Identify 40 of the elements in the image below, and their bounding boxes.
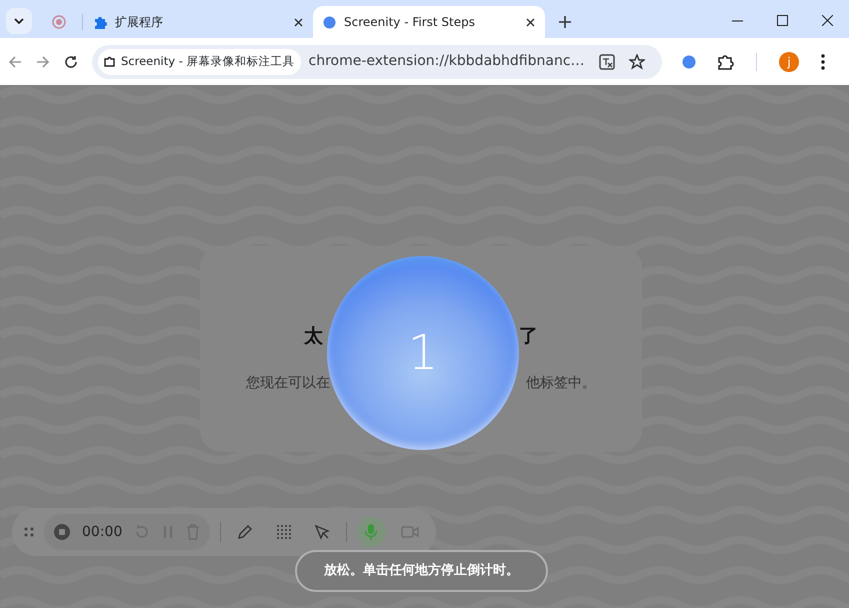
- chevron-icon: [14, 18, 24, 24]
- microphone-icon: [364, 523, 378, 541]
- countdown-number: 1: [408, 329, 438, 377]
- circle-icon: [323, 16, 336, 28]
- back-icon[interactable]: [8, 54, 22, 68]
- stop-icon[interactable]: [54, 524, 70, 540]
- countdown-hint[interactable]: 放松。单击任何地方停止倒计时。: [295, 550, 548, 592]
- url-text: chrome-extension://kbbdabhdfibnanc…: [308, 52, 585, 71]
- site-chip[interactable]: Screenity - 屏幕录像和标注工具: [98, 48, 301, 74]
- heading-fragment: 太: [304, 324, 323, 350]
- puzzle-icon: [93, 15, 107, 29]
- cursor-icon: [314, 524, 330, 540]
- tab[interactable]: Screenity - First Steps: [313, 6, 545, 38]
- close-icon[interactable]: [822, 15, 833, 26]
- maximize-icon[interactable]: [777, 15, 788, 26]
- new-tab-icon[interactable]: [559, 16, 571, 28]
- video-camera-icon: [400, 525, 419, 539]
- timer: 00:00: [82, 522, 122, 542]
- reload-icon[interactable]: [64, 54, 78, 68]
- description-fragment: 他标签中。: [526, 374, 596, 393]
- star-icon[interactable]: [628, 54, 645, 70]
- description-fragment: 您现在可以在: [246, 374, 330, 393]
- heading-fragment: 了: [519, 324, 538, 350]
- drag-handle-icon[interactable]: [24, 527, 34, 537]
- dot-grid-icon: [276, 524, 292, 540]
- record-icon: [52, 15, 66, 29]
- pen-icon: [237, 524, 254, 540]
- circle-icon[interactable]: [682, 54, 696, 68]
- translate-icon[interactable]: [598, 54, 615, 70]
- close-icon[interactable]: [526, 18, 535, 26]
- puzzle-icon[interactable]: [718, 54, 734, 70]
- tab-title: 扩展程序: [115, 14, 163, 31]
- tab-title: Screenity - First Steps: [344, 14, 475, 31]
- forward-icon[interactable]: [36, 54, 50, 68]
- tab[interactable]: 扩展程序: [83, 6, 313, 38]
- address-bar[interactable]: Screenity - 屏幕录像和标注工具 chrome-extension://kbbdabhdfibnanc…: [92, 44, 662, 78]
- more-icon[interactable]: [821, 54, 825, 70]
- tab-list-button[interactable]: [6, 8, 32, 34]
- extension-icon: [104, 56, 116, 68]
- close-icon[interactable]: [294, 18, 303, 26]
